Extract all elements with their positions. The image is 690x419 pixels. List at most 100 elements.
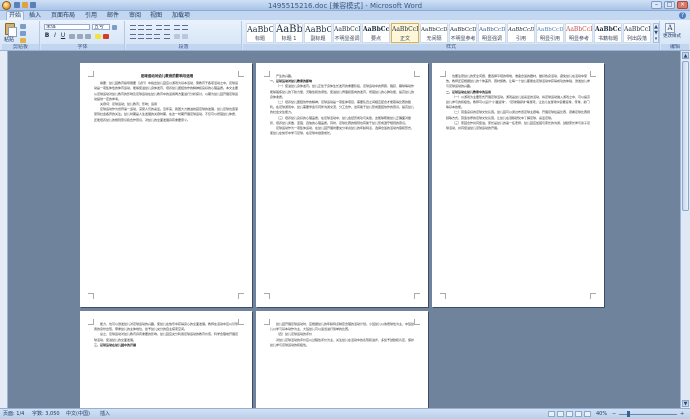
paragraph: 对幼儿足球活动的评价应以过程性评价为主，关注幼儿在活动中的表现和进步，多给予鼓励… [270, 337, 415, 347]
paragraph: 摘要：幼儿园教育指导纲要（试行）中指出幼儿园应以游戏为基本活动，寓教育于各项活动… [94, 81, 239, 101]
borders-icon[interactable] [182, 34, 188, 39]
paste-label[interactable]: 粘贴 [4, 36, 14, 43]
paragraph: （一）促进幼儿身体发育。幼儿正处于身体生长发育的重要阶段，足球运动中的奔跑、跳跃… [270, 84, 415, 99]
style-book-title[interactable]: AaBbCcI书籍标题 [594, 23, 622, 43]
document-page[interactable]: 幼儿园开展足球运动时，应根据幼儿的年龄特点制定合理的活动计划。小班幼儿以熟悉球性… [256, 311, 428, 408]
paragraph: （三）培养幼儿良好的心理品质。在足球活动中，幼儿会经历成功与失败，这能够帮助幼儿… [270, 115, 412, 125]
style-normal[interactable]: AaBbCcD正文 [391, 23, 419, 43]
highlight-icon[interactable] [95, 34, 101, 39]
italic-button[interactable]: I [52, 33, 58, 39]
tab-insert[interactable]: 插入 [27, 12, 43, 20]
bullets-icon[interactable] [130, 25, 136, 30]
more-icon[interactable]: ▾ [654, 36, 658, 42]
tab-page-layout[interactable]: 页面布局 [49, 12, 77, 20]
status-bar: 页面: 1/4 字数: 3,050 中文(中国) 插入 40% − + [0, 408, 690, 419]
style-title[interactable]: AaBbC 标题 [246, 23, 274, 43]
sort-icon[interactable] [174, 25, 180, 30]
language-indicator[interactable]: 中文(中国) [66, 411, 90, 418]
draft-view-icon[interactable] [584, 411, 591, 417]
change-styles-icon[interactable]: A [665, 23, 675, 33]
style-list-paragraph[interactable]: AaBbCcI 列出段落 [623, 23, 651, 43]
document-page[interactable]: 产生的兴趣。 一、足球运动对幼儿教育的影响 （一）促进幼儿身体发育。幼儿正处于身体生… [256, 63, 428, 307]
tab-review[interactable]: 审阅 [127, 12, 143, 20]
tab-mailings[interactable]: 邮件 [105, 12, 121, 20]
style-heading-1[interactable]: AaBb 标题 1 [275, 23, 303, 43]
style-subtitle[interactable]: AaBbC 副标题 [304, 23, 332, 43]
clipboard-group-label: 剪贴板 [2, 44, 39, 50]
styles-gallery-scroll[interactable]: ▲ ▼ ▾ [653, 23, 659, 43]
document-page[interactable]: 也要注意幼儿的安全问题，要选择平坦的场地，准备合适的器材，做好热身活动，避免幼儿… [432, 63, 604, 307]
style-subtle-emphasis[interactable]: AaBbCcD不明显强调 [333, 23, 361, 43]
document-page[interactable]: 能力，也可以激发幼儿对足球运动的兴趣，使幼儿在快乐中获得身心的全面发展。教师在活… [80, 311, 252, 408]
paragraph: 幼儿园开展足球运动时，应根据幼儿的年龄特点制定合理的活动计划。小班幼儿以熟悉球性… [270, 322, 415, 332]
strikethrough-icon[interactable] [69, 34, 75, 39]
minimize-button[interactable]: – [651, 1, 662, 9]
tab-references[interactable]: 引用 [83, 12, 99, 20]
section-heading: 三、足球运动在幼儿园中的开展 [94, 342, 137, 347]
scroll-thumb[interactable] [682, 61, 689, 211]
underline-button[interactable]: U [60, 33, 66, 39]
zoom-slider-thumb[interactable] [627, 411, 631, 417]
subscript-icon[interactable] [77, 34, 83, 39]
decrease-indent-icon[interactable] [156, 25, 162, 30]
print-layout-view-icon[interactable] [548, 411, 555, 417]
style-intense-quote[interactable]: AaBbCcDc明显引用 [536, 23, 564, 43]
style-strong[interactable]: AaBbCcD要点 [362, 23, 390, 43]
align-left-icon[interactable] [130, 34, 136, 39]
font-color-icon[interactable] [103, 34, 109, 39]
change-styles-label[interactable]: 更改样式 [663, 34, 681, 40]
maximize-button[interactable]: □ [664, 1, 675, 9]
help-icon[interactable]: ? [679, 12, 686, 19]
align-center-icon[interactable] [138, 34, 144, 39]
document-canvas[interactable]: 足球运动对幼儿教育的影响与运用摘要：幼儿园教育指导纲要（试行）中指出幼儿园应以游… [8, 51, 680, 408]
format-painter-icon[interactable] [20, 38, 26, 43]
paragraph: 能力，也可以激发幼儿对足球运动的兴趣，使幼儿在快乐中获得身心的全面发展。教师在活… [94, 322, 239, 332]
line-spacing-icon[interactable] [164, 34, 170, 39]
full-screen-view-icon[interactable] [557, 411, 564, 417]
vertical-scrollbar[interactable]: ▲ ▼ [680, 51, 690, 408]
tab-view[interactable]: 视图 [148, 12, 164, 20]
style-subtle-reference[interactable]: AaBbCcDc不明显参考 [449, 23, 477, 43]
copy-icon[interactable] [20, 31, 26, 36]
zoom-level[interactable]: 40% [596, 411, 607, 418]
insert-mode[interactable]: 插入 [100, 411, 110, 418]
cut-icon[interactable] [20, 24, 26, 29]
page-count[interactable]: 页面: 1/4 [3, 411, 24, 418]
paragraph: （二）营造良好的足球文化氛围。幼儿园可以通过布置足球主题墙、开展足球绘画比赛、观… [446, 110, 591, 120]
increase-indent-icon[interactable] [164, 25, 170, 30]
zoom-in-button[interactable]: + [680, 411, 684, 418]
superscript-icon[interactable] [85, 34, 91, 39]
style-intense-reference[interactable]: AaBbCcD明显参考 [565, 23, 593, 43]
font-group: 宋体 五号 B I U 字体 [41, 21, 125, 50]
style-no-spacing[interactable]: AaBbCcDc无间隔 [420, 23, 448, 43]
show-marks-icon[interactable] [182, 25, 188, 30]
zoom-out-button[interactable]: − [612, 411, 616, 418]
tab-add-ins[interactable]: 加载项 [170, 12, 192, 20]
word-count[interactable]: 字数: 3,050 [32, 411, 60, 418]
document-title: 足球运动对幼儿教育的影响与运用 [140, 74, 194, 78]
bold-button[interactable]: B [44, 33, 50, 39]
align-right-icon[interactable] [146, 34, 152, 39]
numbering-icon[interactable] [138, 25, 144, 30]
web-layout-view-icon[interactable] [566, 411, 573, 417]
page-content: 能力，也可以激发幼儿对足球运动的兴趣，使幼儿在快乐中获得身心的全面发展。教师在活… [94, 322, 240, 348]
paragraph: （二）培养幼儿团结协作的精神。足球运动是一项集体项目，需要队员之间相互配合才能取… [270, 100, 415, 115]
font-size-select[interactable]: 五号 [92, 24, 110, 30]
ribbon-tabs: 开始 插入 页面布局 引用 邮件 审阅 视图 加载项 ? [0, 11, 690, 20]
scroll-down-button[interactable]: ▼ [682, 400, 689, 407]
tab-home[interactable]: 开始 [6, 11, 25, 20]
justify-icon[interactable] [154, 34, 160, 39]
multilevel-list-icon[interactable] [146, 25, 152, 30]
style-intense-emphasis[interactable]: AaBbCcDc明显强调 [478, 23, 506, 43]
document-page[interactable]: 足球运动对幼儿教育的影响与运用摘要：幼儿园教育指导纲要（试行）中指出幼儿园应以游… [80, 63, 252, 307]
scroll-up-button[interactable]: ▲ [682, 52, 689, 59]
grow-font-icon[interactable] [112, 25, 117, 30]
style-quote[interactable]: AaBbCcDc引用 [507, 23, 535, 43]
shading-icon[interactable] [174, 34, 180, 39]
outline-view-icon[interactable] [575, 411, 582, 417]
paste-icon[interactable] [5, 23, 17, 37]
font-name-select[interactable]: 宋体 [44, 24, 90, 30]
close-button[interactable]: × [677, 1, 688, 9]
title-bar: 1495515216.doc [兼容模式] - Microsoft Word –… [0, 0, 690, 11]
clipboard-group: 粘贴 剪贴板 [2, 21, 40, 50]
